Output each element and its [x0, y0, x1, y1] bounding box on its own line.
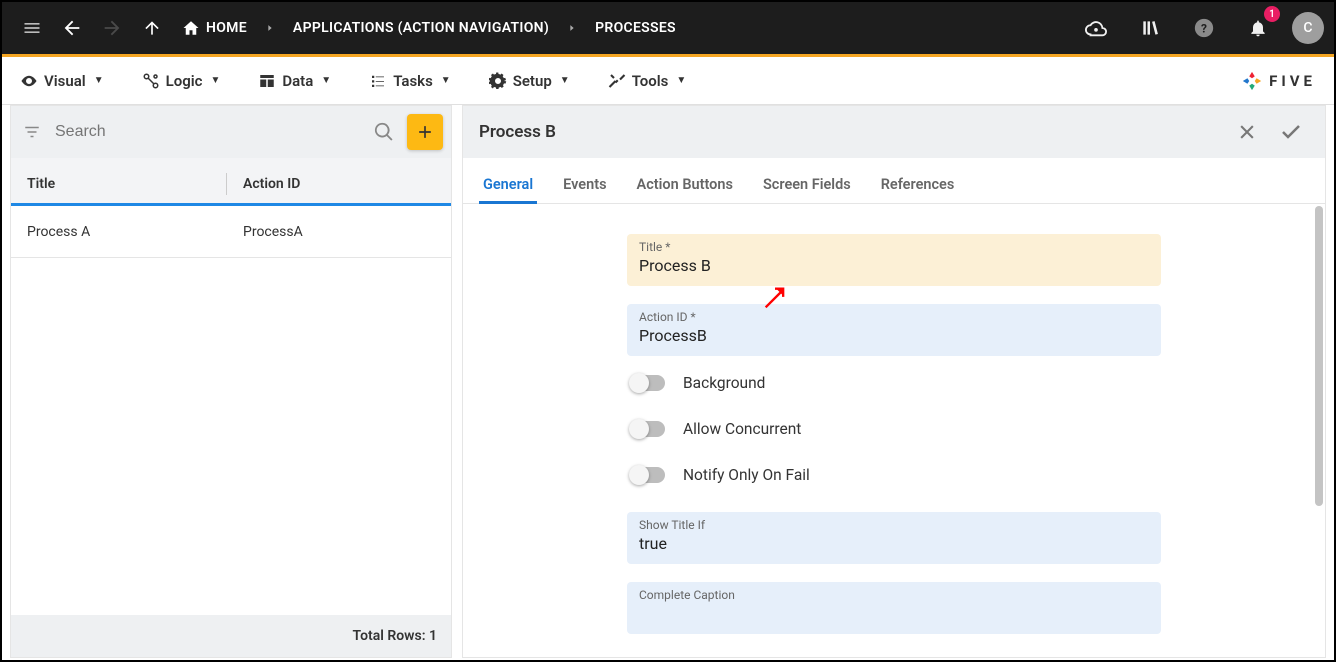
- field-complete-caption-label: Complete Caption: [639, 588, 1149, 602]
- up-icon[interactable]: [132, 8, 172, 48]
- form-area: Title * Process B Action ID * ProcessB B…: [463, 204, 1325, 657]
- row-title: Process A: [11, 224, 227, 240]
- chevron-right-icon: [559, 23, 585, 33]
- forward-icon: [92, 8, 132, 48]
- field-show-title-if[interactable]: Show Title If true: [627, 512, 1161, 564]
- back-icon[interactable]: [52, 8, 92, 48]
- toggle-notify-fail-switch[interactable]: [631, 467, 665, 483]
- close-button[interactable]: [1229, 114, 1265, 150]
- list-item[interactable]: Process A ProcessA: [11, 206, 451, 258]
- list-panel: Title Action ID Process A ProcessA Total…: [10, 105, 452, 658]
- search-input[interactable]: [51, 115, 361, 149]
- tab-screen-fields[interactable]: Screen Fields: [759, 166, 855, 203]
- add-button[interactable]: [407, 114, 443, 150]
- svg-text:?: ?: [1201, 22, 1207, 36]
- tab-action-buttons[interactable]: Action Buttons: [633, 166, 737, 203]
- gear-icon: [489, 72, 507, 90]
- top-bar: HOME APPLICATIONS (ACTION NAVIGATION) PR…: [2, 2, 1334, 54]
- menu-data[interactable]: Data▼: [258, 72, 331, 90]
- tools-icon: [608, 72, 626, 90]
- list-rows: Process A ProcessA: [11, 206, 451, 615]
- filter-icon[interactable]: [19, 123, 45, 141]
- menu-logic[interactable]: Logic▼: [142, 72, 221, 90]
- col-header-title[interactable]: Title: [11, 176, 226, 192]
- list-column-headers: Title Action ID: [11, 158, 451, 206]
- breadcrumb-applications[interactable]: APPLICATIONS (ACTION NAVIGATION): [287, 20, 555, 36]
- tasks-icon: [369, 72, 387, 90]
- field-title[interactable]: Title * Process B: [627, 234, 1161, 286]
- notifications-badge: 1: [1264, 6, 1280, 22]
- hamburger-icon[interactable]: [12, 8, 52, 48]
- logic-icon: [142, 72, 160, 90]
- eye-icon: [20, 72, 38, 90]
- menu-bar: Visual▼ Logic▼ Data▼ Tasks▼ Setup▼ Tools…: [2, 57, 1334, 105]
- field-show-title-if-label: Show Title If: [639, 518, 1149, 532]
- menu-visual[interactable]: Visual▼: [20, 72, 104, 90]
- toggle-notify-fail: Notify Only On Fail: [631, 466, 1161, 484]
- list-footer: Total Rows: 1: [11, 615, 451, 657]
- breadcrumb: HOME APPLICATIONS (ACTION NAVIGATION) PR…: [176, 19, 682, 37]
- breadcrumb-home[interactable]: HOME: [176, 19, 253, 37]
- chevron-right-icon: [257, 23, 283, 33]
- tab-references[interactable]: References: [877, 166, 959, 203]
- toggle-allow-concurrent: Allow Concurrent: [631, 420, 1161, 438]
- toggle-background-switch[interactable]: [631, 375, 665, 391]
- field-title-label: Title *: [639, 240, 1149, 254]
- menu-setup[interactable]: Setup▼: [489, 72, 570, 90]
- breadcrumb-home-label: HOME: [206, 20, 247, 36]
- total-rows-count: 1: [429, 628, 437, 644]
- toggle-background-label: Background: [683, 374, 765, 392]
- toggle-allow-concurrent-switch[interactable]: [631, 421, 665, 437]
- cloud-icon[interactable]: [1076, 8, 1116, 48]
- total-rows-label: Total Rows:: [353, 628, 426, 644]
- toggle-background: Background: [631, 374, 1161, 392]
- search-box: [51, 115, 361, 149]
- check-icon: [1279, 120, 1303, 144]
- field-show-title-if-value: true: [639, 534, 1149, 553]
- help-icon[interactable]: ?: [1184, 8, 1224, 48]
- detail-title: Process B: [479, 122, 556, 142]
- scrollbar[interactable]: [1315, 206, 1323, 506]
- toggle-notify-fail-label: Notify Only On Fail: [683, 466, 810, 484]
- field-title-value: Process B: [639, 256, 1149, 275]
- field-action-id[interactable]: Action ID * ProcessB: [627, 304, 1161, 356]
- home-icon: [182, 19, 200, 37]
- table-icon: [258, 72, 276, 90]
- field-action-id-value: ProcessB: [639, 326, 1149, 345]
- close-icon: [1237, 122, 1257, 142]
- menu-tasks[interactable]: Tasks▼: [369, 72, 451, 90]
- tab-general[interactable]: General: [479, 166, 537, 203]
- save-button[interactable]: [1273, 114, 1309, 150]
- breadcrumb-processes[interactable]: PROCESSES: [589, 20, 682, 36]
- tab-events[interactable]: Events: [559, 166, 610, 203]
- search-icon[interactable]: [367, 121, 401, 143]
- col-header-action-id[interactable]: Action ID: [227, 176, 451, 192]
- detail-panel: Process B General Events Action Buttons …: [462, 105, 1326, 658]
- detail-tabs: General Events Action Buttons Screen Fie…: [463, 158, 1325, 204]
- library-icon[interactable]: [1130, 8, 1170, 48]
- brand-logo: FIVE: [1241, 70, 1316, 92]
- menu-tools[interactable]: Tools▼: [608, 72, 687, 90]
- avatar[interactable]: C: [1292, 12, 1324, 44]
- field-action-id-label: Action ID *: [639, 310, 1149, 324]
- five-logo-icon: [1241, 70, 1263, 92]
- row-action-id: ProcessA: [227, 224, 451, 240]
- field-complete-caption[interactable]: Complete Caption: [627, 582, 1161, 634]
- notifications-icon[interactable]: 1: [1238, 8, 1278, 48]
- plus-icon: [415, 122, 435, 142]
- toggle-allow-concurrent-label: Allow Concurrent: [683, 420, 801, 438]
